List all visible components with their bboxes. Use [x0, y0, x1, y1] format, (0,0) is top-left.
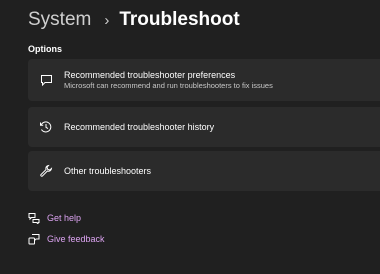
history-icon — [28, 120, 64, 134]
card-title: Recommended troubleshooter preferences — [64, 69, 236, 80]
give-feedback-link[interactable]: Give feedback — [28, 233, 105, 245]
help-icon — [28, 212, 40, 224]
breadcrumb-system-link[interactable]: System — [28, 9, 91, 31]
breadcrumb-separator: › — [104, 11, 110, 29]
card-title: Other troubleshooters — [64, 165, 152, 176]
get-help-link[interactable]: Get help — [28, 212, 81, 224]
wrench-icon — [28, 164, 64, 178]
card-subtitle: Microsoft can recommend and run troubles… — [64, 80, 273, 90]
recommended-preferences-card[interactable]: Recommended troubleshooter preferences M… — [28, 59, 380, 101]
get-help-label: Get help — [47, 213, 82, 223]
breadcrumb: System › Troubleshoot — [28, 9, 240, 31]
chat-bubble-icon — [28, 74, 64, 87]
recommended-history-card[interactable]: Recommended troubleshooter history — [28, 107, 380, 147]
page-title: Troubleshoot — [119, 9, 240, 30]
section-label-options: Options — [28, 44, 62, 54]
other-troubleshooters-card[interactable]: Other troubleshooters — [28, 151, 380, 191]
card-title: Recommended troubleshooter history — [64, 121, 215, 132]
feedback-icon — [28, 233, 40, 245]
give-feedback-label: Give feedback — [47, 234, 105, 244]
